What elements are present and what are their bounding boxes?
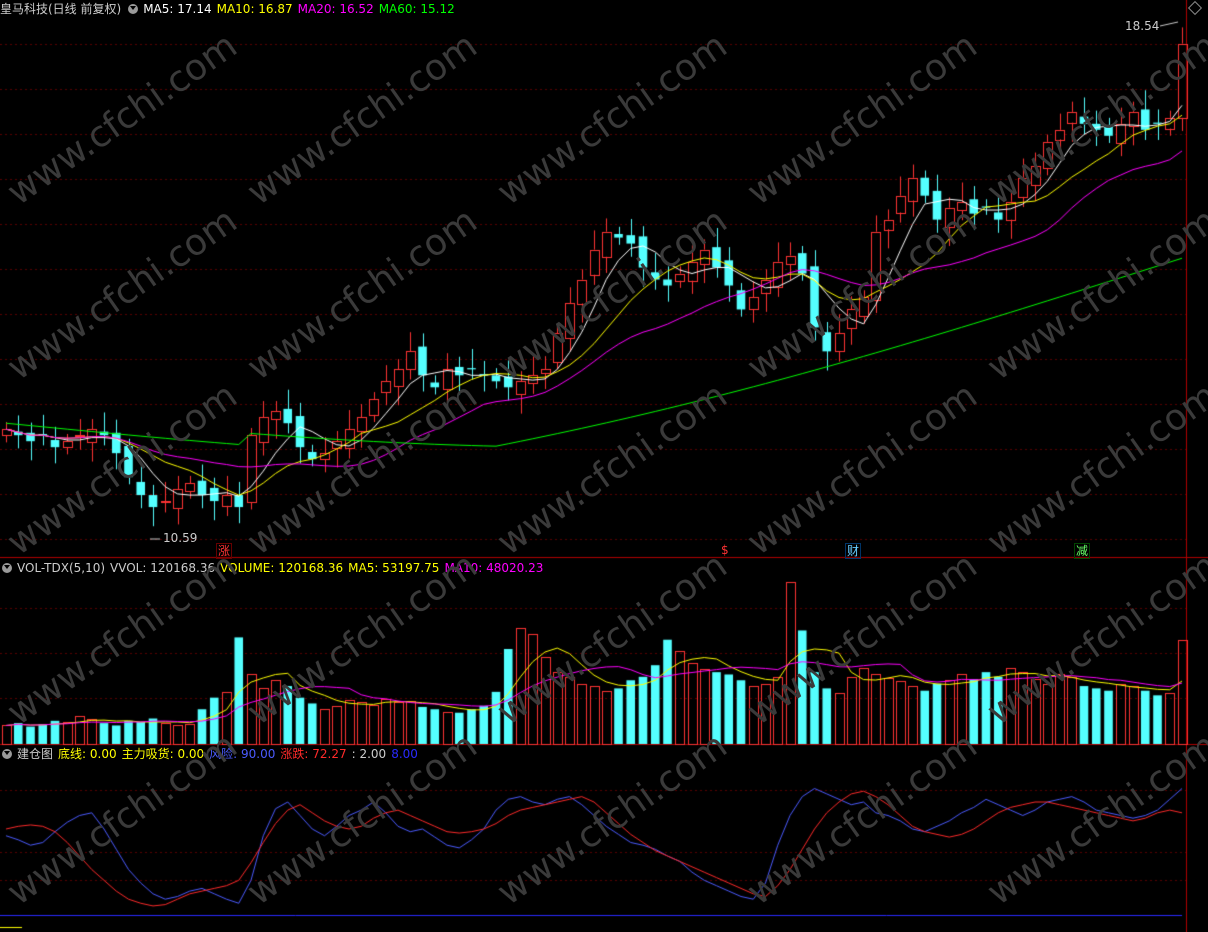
indicator-panel-values: 底线: 0.00 主力吸货: 0.00 风险: 90.00 涨跌: 72.27 : 2.… [58, 747, 423, 761]
main-indicator-0: MA5: 17.14 [143, 2, 212, 16]
indicator-panel-menu-icon[interactable] [2, 748, 12, 759]
high-price-marker: 18.54 [1125, 19, 1160, 33]
main-panel-title[interactable]: 皇马科技(日线 前复权) [0, 2, 121, 16]
volume-indicator-1: VOLUME: 120168.36 [220, 561, 344, 575]
indicator-panel-title[interactable]: 建仓图 [17, 747, 53, 761]
volume-indicator-values: VVOL: 120168.36 VOLUME: 120168.36 MA5: 531… [110, 561, 548, 575]
event-marker-dollar[interactable]: $ [720, 543, 730, 557]
volume-indicator-3: MA10: 48020.23 [444, 561, 544, 575]
event-marker-cai[interactable]: 财 [845, 543, 862, 559]
volume-panel-title[interactable]: VOL-TDX(5,10) [17, 561, 105, 575]
low-price-marker: 10.59 [163, 531, 198, 545]
main-indicator-values: MA5: 17.14 MA10: 16.87 MA20: 16.52 MA60: 15… [143, 2, 460, 16]
indicator-value-3: 涨跌: 72.27 [280, 747, 347, 761]
indicator-value-4: : 2.00 [351, 747, 387, 761]
indicator-value-5: 8.00 [391, 747, 418, 761]
volume-indicator-2: MA5: 53197.75 [348, 561, 440, 575]
indicator-panel-header: 建仓图 底线: 0.00 主力吸货: 0.00 风险: 90.00 涨跌: 72.27:… [0, 745, 428, 763]
volume-menu-icon[interactable] [2, 562, 12, 573]
event-marker-zhang[interactable]: 涨 [216, 543, 233, 559]
event-marker-jian[interactable]: 减 [1074, 543, 1091, 559]
indicator-value-2: 风险: 90.00 [209, 747, 276, 761]
main-indicator-3: MA60: 15.12 [378, 2, 455, 16]
indicator-value-1: 主力吸货: 0.00 [121, 747, 205, 761]
volume-indicator-0: VVOL: 120168.36 [110, 561, 216, 575]
volume-panel-header: VOL-TDX(5,10) VVOL: 120168.36 VOLUME: 1201… [0, 559, 553, 577]
main-indicator-1: MA10: 16.87 [216, 2, 293, 16]
main-indicator-2: MA20: 16.52 [297, 2, 374, 16]
main-panel-header: 皇马科技(日线 前复权) MA5: 17.14 MA10: 16.87 MA20: 1… [0, 0, 465, 18]
kline-chart-canvas[interactable] [0, 0, 1208, 932]
indicator-value-0: 底线: 0.00 [58, 747, 117, 761]
indicator-menu-icon[interactable] [128, 3, 139, 14]
